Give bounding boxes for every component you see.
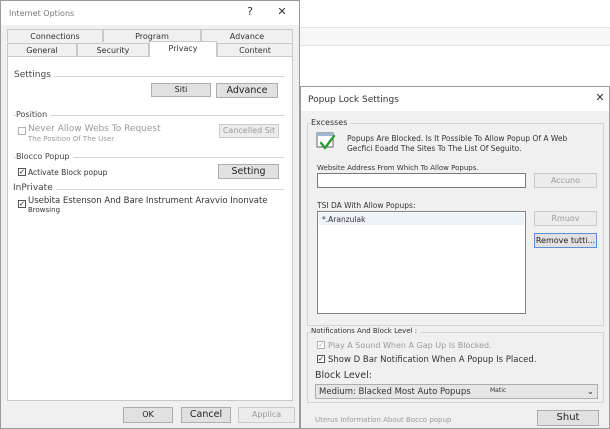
remove-all-button[interactable]: Remove tutti... <box>534 233 597 248</box>
close-dialog-button[interactable]: Shut <box>537 410 599 426</box>
show-notification-bar-checkbox[interactable]: ✓ <box>317 355 325 363</box>
block-level-label: Block Level: <box>315 370 372 381</box>
add-site-button[interactable]: Accuno <box>534 173 597 188</box>
close-button[interactable]: ✕ <box>274 5 290 18</box>
popup-blocker-settings-dialog: Popup Lock Settings ✕ Excesses Popups Ar… <box>300 86 610 429</box>
tab-content[interactable]: Content <box>217 43 293 56</box>
apply-button[interactable]: Applica <box>238 407 295 423</box>
background-app-toolbar <box>300 0 610 28</box>
tab-privacy[interactable]: Privacy <box>149 41 217 57</box>
tab-security[interactable]: Security <box>77 43 149 56</box>
ok-button[interactable]: OK <box>123 407 173 423</box>
internet-options-titlebar: Internet Options ? ✕ <box>1 1 299 25</box>
exceptions-info-line2: Gecfici Eoadd The Sites To The List Of S… <box>347 144 522 153</box>
tab-general[interactable]: General <box>7 43 77 56</box>
help-button[interactable]: ? <box>242 5 258 18</box>
popup-settings-title: Popup Lock Settings <box>308 95 399 105</box>
allowed-sites-list[interactable]: *.Aranzulak <box>317 211 526 314</box>
address-label: Website Address From Which To Allow Popu… <box>317 164 479 172</box>
popup-blocker-heading: Blocco Popup <box>16 152 73 161</box>
block-level-suffix: Matic <box>490 387 507 394</box>
clear-sites-button[interactable]: Cancelled Sit <box>219 124 279 138</box>
notifications-heading: Notifications And Block Level : <box>311 327 421 335</box>
never-allow-location-label: Never Allow Webs To Request <box>28 124 161 134</box>
allowed-site-item-label: *.Aranzulak <box>322 215 366 224</box>
never-allow-location-sublabel: The Position Of The User <box>28 135 115 143</box>
position-heading: Position <box>16 110 51 119</box>
activate-popup-blocker-label: Activate Block popup <box>28 168 108 177</box>
chevron-down-icon: ⌄ <box>587 387 594 396</box>
exceptions-heading: Excesses <box>311 118 351 127</box>
settings-heading: Settings <box>14 70 54 80</box>
popup-settings-button[interactable]: Setting <box>218 164 279 179</box>
exceptions-info-line1: Popups Are Blocked. Is It Possible To Al… <box>347 134 568 143</box>
popup-blocker-info-link[interactable]: Uterus Information About Bocco popup <box>315 416 451 424</box>
inprivate-heading: InPrivate <box>13 183 56 193</box>
disable-toolbars-inprivate-label: Usebita Estenson And Bare Instrument Ara… <box>28 196 268 206</box>
play-sound-label: Play A Sound When A Gap Up Is Blocked. <box>328 341 492 350</box>
list-item[interactable]: *.Aranzulak <box>319 213 524 225</box>
advanced-button[interactable]: Advance <box>216 83 278 98</box>
settings-divider <box>14 76 284 77</box>
tab-connections[interactable]: Connections <box>7 29 103 42</box>
allowed-sites-label: TSI DA With Allow Popups: <box>317 201 416 210</box>
disable-toolbars-inprivate-checkbox[interactable]: ✓ <box>18 200 26 208</box>
popup-settings-close-button[interactable]: ✕ <box>592 91 608 104</box>
sites-button[interactable]: Siti <box>151 83 211 97</box>
block-level-value: Medium: Blacked Most Auto Popups <box>319 387 471 397</box>
position-divider <box>14 115 284 116</box>
privacy-tab-panel: Settings Siti Advance Position Never All… <box>7 56 293 401</box>
activate-popup-blocker-checkbox[interactable]: ✓ <box>18 168 26 176</box>
disable-toolbars-inprivate-sublabel: Browsing <box>28 206 61 214</box>
popup-settings-titlebar: Popup Lock Settings ✕ <box>301 87 609 111</box>
never-allow-location-checkbox[interactable] <box>18 127 26 135</box>
remove-site-button[interactable]: Rmuov <box>534 211 597 226</box>
internet-options-dialog: Internet Options ? ✕ Connections Program… <box>0 0 300 429</box>
cancel-button[interactable]: Cancel <box>181 407 231 423</box>
block-level-select[interactable]: Medium: Blacked Most Auto Popups Matic ⌄ <box>315 384 598 399</box>
website-address-input[interactable] <box>317 173 526 188</box>
play-sound-checkbox[interactable]: ✓ <box>317 341 325 349</box>
background-app-strip <box>300 28 610 46</box>
popup-info-icon <box>315 131 337 153</box>
show-notification-bar-label: Show D Bar Notification When A Popup Is … <box>328 355 537 365</box>
dialog-title: Internet Options <box>9 9 75 18</box>
